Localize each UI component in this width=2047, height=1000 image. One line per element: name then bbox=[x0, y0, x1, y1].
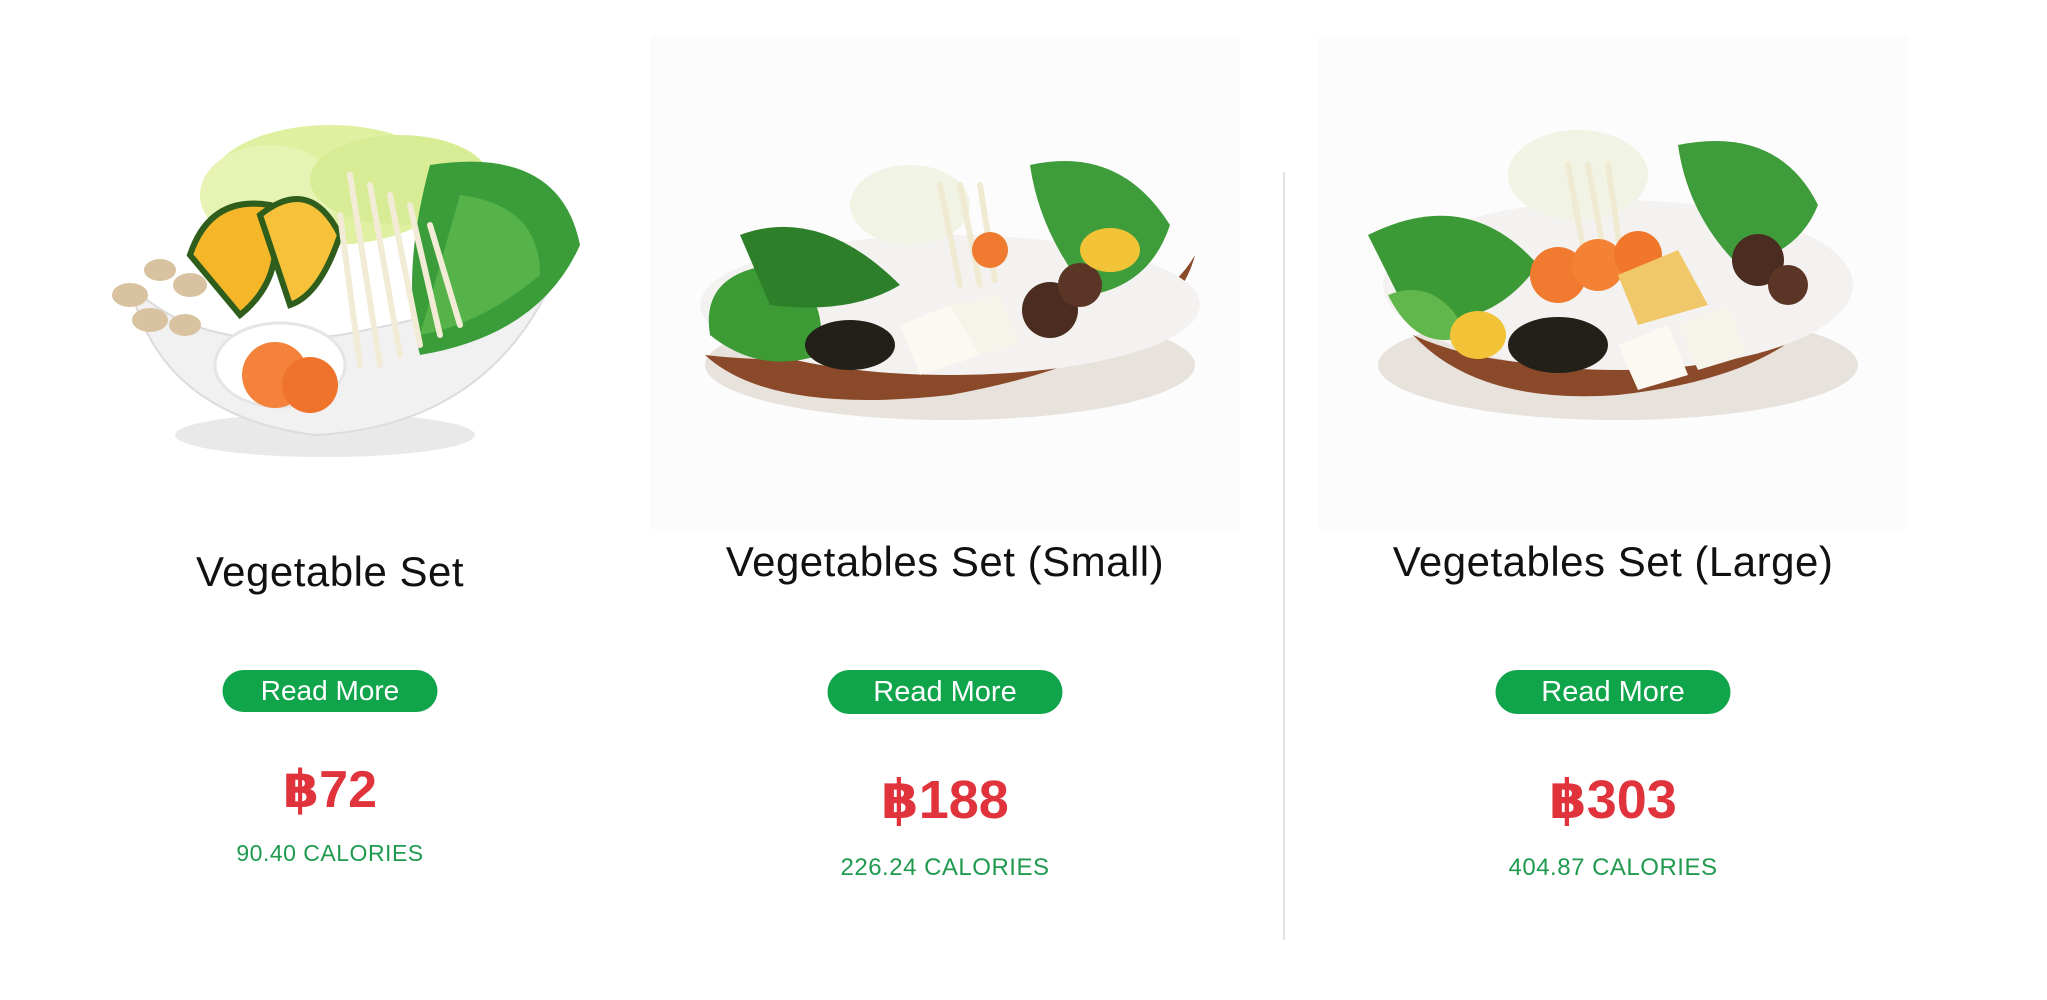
column-divider bbox=[1283, 172, 1285, 940]
vegetable-platter-image[interactable] bbox=[650, 35, 1240, 530]
vegetable-bowl-image[interactable] bbox=[40, 35, 620, 530]
product-title: Vegetables Set (Small) bbox=[725, 538, 1165, 585]
product-price: ฿303 bbox=[1549, 770, 1677, 830]
product-title: Vegetables Set (Large) bbox=[1392, 538, 1834, 585]
product-price: ฿72 bbox=[282, 761, 378, 819]
read-more-button[interactable]: Read More bbox=[222, 670, 438, 712]
read-more-button[interactable]: Read More bbox=[1495, 670, 1731, 714]
product-calories: 404.87 CALORIES bbox=[1508, 854, 1718, 881]
read-more-button[interactable]: Read More bbox=[827, 670, 1063, 714]
product-title: Vegetable Set bbox=[195, 548, 465, 595]
product-calories: 226.24 CALORIES bbox=[840, 854, 1050, 881]
product-price: ฿188 bbox=[881, 770, 1009, 830]
product-grid: Vegetable Set Read More ฿72 90.40 CALORI… bbox=[0, 0, 2047, 1000]
product-calories: 90.40 CALORIES bbox=[236, 840, 424, 866]
vegetable-platter-image[interactable] bbox=[1318, 35, 1908, 530]
